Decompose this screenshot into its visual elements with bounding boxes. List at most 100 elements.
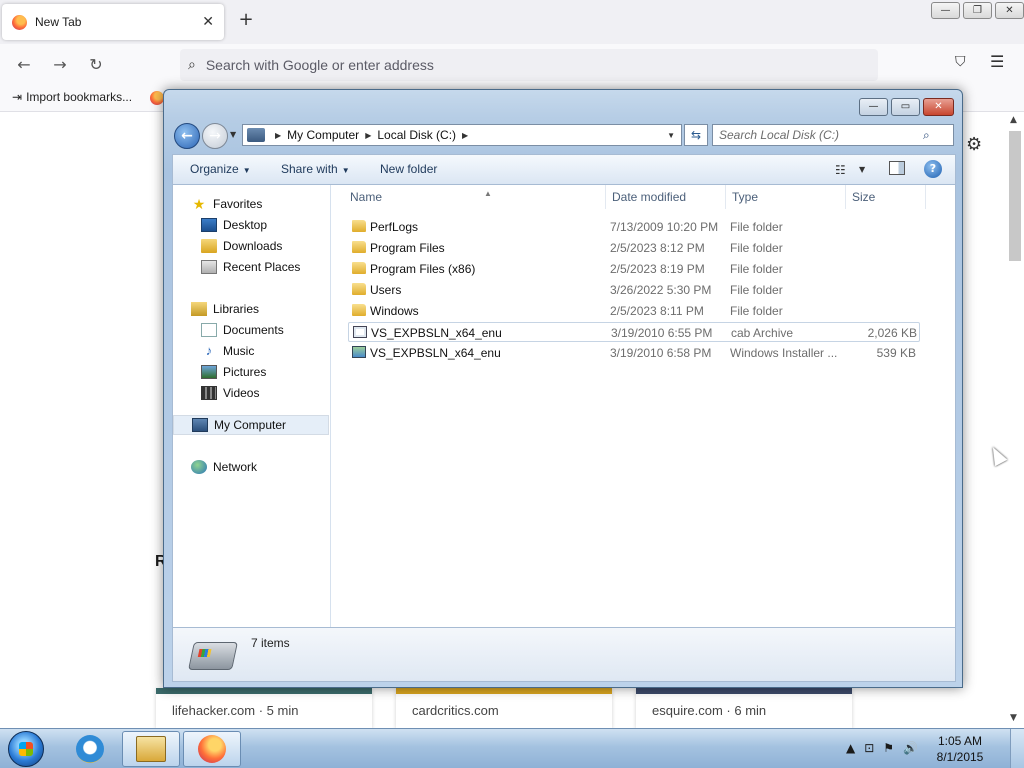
nav-music[interactable]: ♪ Music: [173, 341, 329, 361]
bookmark-favicon-icon[interactable]: [150, 91, 164, 105]
chevron-right-icon[interactable]: ▶: [462, 131, 468, 140]
reload-button[interactable]: ↻: [85, 54, 107, 76]
explorer-search-box[interactable]: ⌕: [712, 124, 954, 146]
star-icon: ★: [192, 196, 206, 212]
nav-recent-places[interactable]: Recent Places: [173, 257, 329, 277]
share-with-button[interactable]: Share with ▼: [281, 162, 350, 176]
column-header-size[interactable]: Size: [846, 185, 926, 209]
explorer-maximize-button[interactable]: ▭: [891, 98, 920, 116]
new-tab-button[interactable]: +: [236, 10, 256, 30]
nav-label: Documents: [223, 323, 284, 337]
pictures-icon: [201, 365, 217, 379]
nav-my-computer[interactable]: My Computer: [173, 415, 329, 435]
story-card[interactable]: cardcritics.com: [396, 688, 612, 728]
clock-time: 1:05 AM: [937, 734, 983, 748]
file-row[interactable]: Windows 2/5/2023 8:11 PM File folder: [348, 301, 920, 321]
nav-desktop[interactable]: Desktop: [173, 215, 329, 235]
refresh-button[interactable]: ⇆: [684, 124, 708, 146]
column-header-name[interactable]: Name ▲: [344, 185, 606, 209]
taskbar-internet-explorer[interactable]: [61, 731, 119, 767]
volume-icon[interactable]: 🔊: [903, 741, 918, 755]
tab-new-tab[interactable]: New Tab ✕: [2, 4, 224, 40]
taskbar-firefox[interactable]: [183, 731, 241, 767]
nav-documents[interactable]: Documents: [173, 320, 329, 340]
scroll-down-icon[interactable]: ▼: [1010, 713, 1017, 723]
breadcrumb-local-disk[interactable]: Local Disk (C:): [377, 128, 456, 142]
address-dropdown-icon[interactable]: ▼: [667, 131, 675, 140]
hamburger-menu-icon[interactable]: ☰: [990, 52, 1004, 71]
explorer-content: ★ Favorites Desktop Downloads Recent Pla…: [172, 184, 956, 628]
network-status-icon[interactable]: ⊡: [864, 741, 874, 755]
chevron-down-icon: ▼: [242, 166, 251, 175]
file-name: Program Files (x86): [370, 262, 476, 276]
file-name: PerfLogs: [370, 220, 419, 234]
downloads-folder-icon: [201, 239, 217, 253]
explorer-back-button[interactable]: ←: [174, 123, 200, 149]
url-bar[interactable]: ⌕: [180, 49, 878, 81]
column-header-type[interactable]: Type: [726, 185, 846, 209]
recent-pages-dropdown-icon[interactable]: ▼: [230, 130, 236, 139]
folder-icon: [352, 220, 366, 232]
file-row[interactable]: VS_EXPBSLN_x64_enu 3/19/2010 6:55 PM cab…: [348, 322, 920, 342]
import-bookmarks-label: Import bookmarks...: [26, 90, 133, 104]
gear-icon[interactable]: ⚙: [966, 134, 982, 155]
clock[interactable]: 1:05 AM 8/1/2015: [930, 733, 990, 765]
nav-libraries[interactable]: Libraries: [173, 299, 329, 319]
view-options-dropdown-icon[interactable]: ▼: [859, 165, 865, 174]
chevron-right-icon[interactable]: ▶: [365, 131, 371, 140]
page-scrollbar[interactable]: ▲ ▼: [1006, 113, 1024, 728]
preview-pane-icon[interactable]: [889, 161, 905, 175]
search-icon[interactable]: ⌕: [923, 128, 930, 143]
nav-label: Libraries: [213, 302, 260, 316]
story-card[interactable]: lifehacker.com · 5 min: [156, 688, 372, 728]
organize-button[interactable]: Organize ▼: [190, 162, 251, 176]
chevron-right-icon[interactable]: ▶: [275, 131, 281, 140]
scrollbar-thumb[interactable]: [1009, 131, 1021, 261]
scroll-up-icon[interactable]: ▲: [1010, 115, 1017, 125]
column-header-date[interactable]: Date modified: [606, 185, 726, 209]
file-date: 2/5/2023 8:19 PM: [610, 262, 705, 276]
nav-network[interactable]: Network: [173, 457, 329, 477]
file-row[interactable]: PerfLogs 7/13/2009 10:20 PM File folder: [348, 217, 920, 237]
nav-downloads[interactable]: Downloads: [173, 236, 329, 256]
address-bar[interactable]: ▶ My Computer ▶ Local Disk (C:) ▶ ▼: [242, 124, 682, 146]
file-row[interactable]: VS_EXPBSLN_x64_enu 3/19/2010 6:58 PM Win…: [348, 343, 920, 363]
help-icon[interactable]: ?: [924, 160, 942, 178]
nav-favorites[interactable]: ★ Favorites: [173, 194, 329, 214]
browser-close-button[interactable]: ✕: [995, 2, 1024, 19]
back-button[interactable]: ←: [13, 54, 35, 76]
change-view-icon[interactable]: ☷: [835, 163, 846, 177]
file-row[interactable]: Users 3/26/2022 5:30 PM File folder: [348, 280, 920, 300]
taskbar-windows-explorer[interactable]: [122, 731, 180, 767]
pocket-icon[interactable]: ⛉: [955, 54, 966, 70]
explorer-close-button[interactable]: ✕: [923, 98, 954, 116]
explorer-window: — ▭ ✕ ← → ▼ ▶ My Computer ▶ Local Disk (…: [163, 89, 963, 688]
browser-minimize-button[interactable]: —: [931, 2, 960, 19]
windows-installer-icon: [352, 346, 366, 358]
file-name: Users: [370, 283, 402, 297]
url-input[interactable]: [205, 57, 806, 73]
explorer-forward-button[interactable]: →: [202, 123, 228, 149]
breadcrumb-my-computer[interactable]: My Computer: [287, 128, 359, 142]
command-bar: Organize ▼ Share with ▼ New folder ☷ ▼ ?: [172, 154, 956, 184]
close-tab-icon[interactable]: ✕: [202, 14, 214, 30]
action-center-flag-icon[interactable]: ⚑: [883, 741, 894, 755]
internet-explorer-icon: [76, 735, 104, 763]
show-hidden-icons-icon[interactable]: ▲: [846, 741, 855, 755]
explorer-search-input[interactable]: [713, 128, 923, 142]
show-desktop-button[interactable]: [1010, 729, 1024, 768]
browser-restore-button[interactable]: ❐: [963, 2, 992, 19]
nav-pictures[interactable]: Pictures: [173, 362, 329, 382]
file-row[interactable]: Program Files 2/5/2023 8:12 PM File fold…: [348, 238, 920, 258]
file-name: VS_EXPBSLN_x64_enu: [370, 346, 501, 360]
explorer-minimize-button[interactable]: —: [859, 98, 888, 116]
file-type: File folder: [730, 283, 783, 297]
new-folder-button[interactable]: New folder: [380, 162, 437, 176]
start-button[interactable]: [8, 731, 44, 767]
file-row[interactable]: Program Files (x86) 2/5/2023 8:19 PM Fil…: [348, 259, 920, 279]
import-bookmarks-link[interactable]: ⇥ Import bookmarks...: [12, 90, 132, 104]
file-type: Windows Installer ...: [730, 346, 838, 360]
forward-button[interactable]: →: [49, 54, 71, 76]
story-card[interactable]: esquire.com · 6 min: [636, 688, 852, 728]
nav-videos[interactable]: Videos: [173, 383, 329, 403]
